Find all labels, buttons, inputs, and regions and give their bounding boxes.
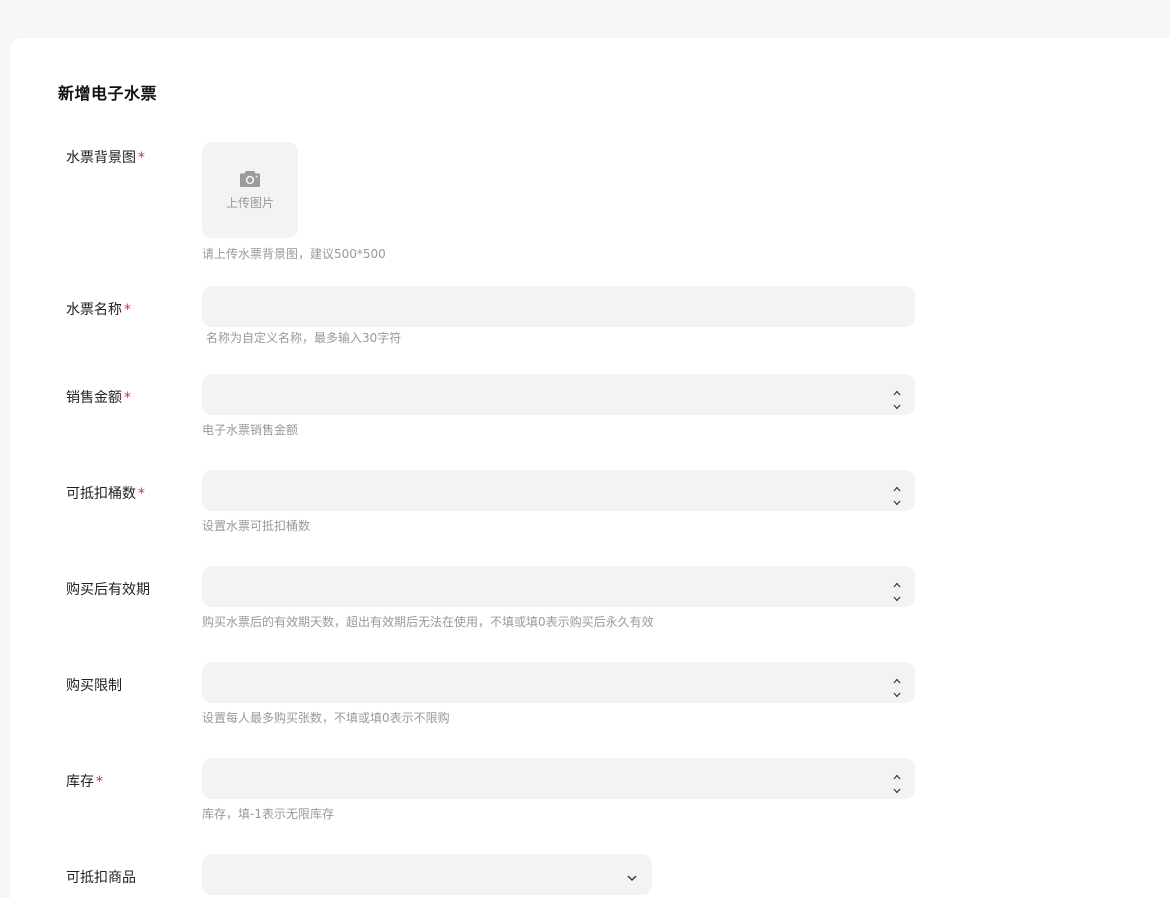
deductible-buckets-label: 可抵扣桶数 * — [66, 486, 145, 502]
page-title: 新增电子水票 — [58, 84, 158, 103]
upload-text: 上传图片 — [225, 195, 274, 210]
deductible-goods-select[interactable] — [202, 854, 652, 895]
validity-hint: 购买水票后的有效期天数，超出有效期后无法在使用，不填或填0表示购买后永久有效 — [202, 615, 654, 629]
deductible-buckets-hint: 设置水票可抵扣桶数 — [202, 519, 311, 533]
quantity-stepper — [891, 671, 903, 698]
deductible-buckets-field — [202, 470, 915, 511]
deductible-buckets-input[interactable] — [202, 470, 890, 511]
chevron-down-icon[interactable] — [891, 397, 903, 410]
required-mark: * — [124, 390, 131, 406]
required-mark: * — [96, 774, 103, 790]
validity-field — [202, 566, 915, 607]
required-mark: * — [138, 150, 145, 166]
sale-amount-hint: 电子水票销售金额 — [202, 423, 299, 437]
required-mark: * — [124, 302, 131, 318]
chevron-down-icon[interactable] — [891, 493, 903, 506]
chevron-up-icon[interactable] — [891, 767, 903, 780]
quantity-stepper — [891, 767, 903, 794]
purchase-limit-hint: 设置每人最多购买张数，不填或填0表示不限购 — [202, 711, 450, 725]
chevron-up-icon[interactable] — [891, 479, 903, 492]
sale-amount-label: 销售金额 * — [66, 390, 131, 406]
stock-field — [202, 758, 915, 799]
quantity-stepper — [891, 479, 903, 506]
chevron-down-icon[interactable] — [891, 685, 903, 698]
name-label: 水票名称 * — [66, 302, 131, 318]
stock-label: 库存 * — [66, 774, 103, 790]
chevron-up-icon[interactable] — [891, 575, 903, 588]
purchase-limit-label: 购买限制 — [66, 678, 122, 694]
background-image-label: 水票背景图 * — [66, 150, 145, 166]
name-hint: 名称为自定义名称，最多输入30字符 — [206, 331, 402, 345]
deductible-goods-label: 可抵扣商品 — [66, 870, 136, 886]
stock-hint: 库存，填-1表示无限库存 — [202, 807, 334, 821]
quantity-stepper — [891, 383, 903, 410]
name-input[interactable] — [202, 286, 915, 327]
sale-amount-field — [202, 374, 915, 415]
required-mark: * — [138, 486, 145, 502]
quantity-stepper — [891, 575, 903, 602]
chevron-down-icon[interactable] — [891, 589, 903, 602]
stock-input[interactable] — [202, 758, 890, 799]
chevron-up-icon[interactable] — [891, 383, 903, 396]
camera-icon — [239, 170, 261, 188]
form-card: 新增电子水票 水票背景图 * 上传图片 请上传水票背景图，建议500*500 水票… — [10, 38, 1170, 898]
chevron-up-icon[interactable] — [891, 671, 903, 684]
purchase-limit-input[interactable] — [202, 662, 890, 703]
sale-amount-input[interactable] — [202, 374, 890, 415]
validity-input[interactable] — [202, 566, 890, 607]
purchase-limit-field — [202, 662, 915, 703]
upload-image-button[interactable]: 上传图片 — [202, 142, 298, 238]
validity-label: 购买后有效期 — [66, 582, 150, 598]
background-image-hint: 请上传水票背景图，建议500*500 — [202, 247, 386, 261]
chevron-down-icon[interactable] — [891, 781, 903, 794]
chevron-down-icon — [626, 868, 638, 887]
